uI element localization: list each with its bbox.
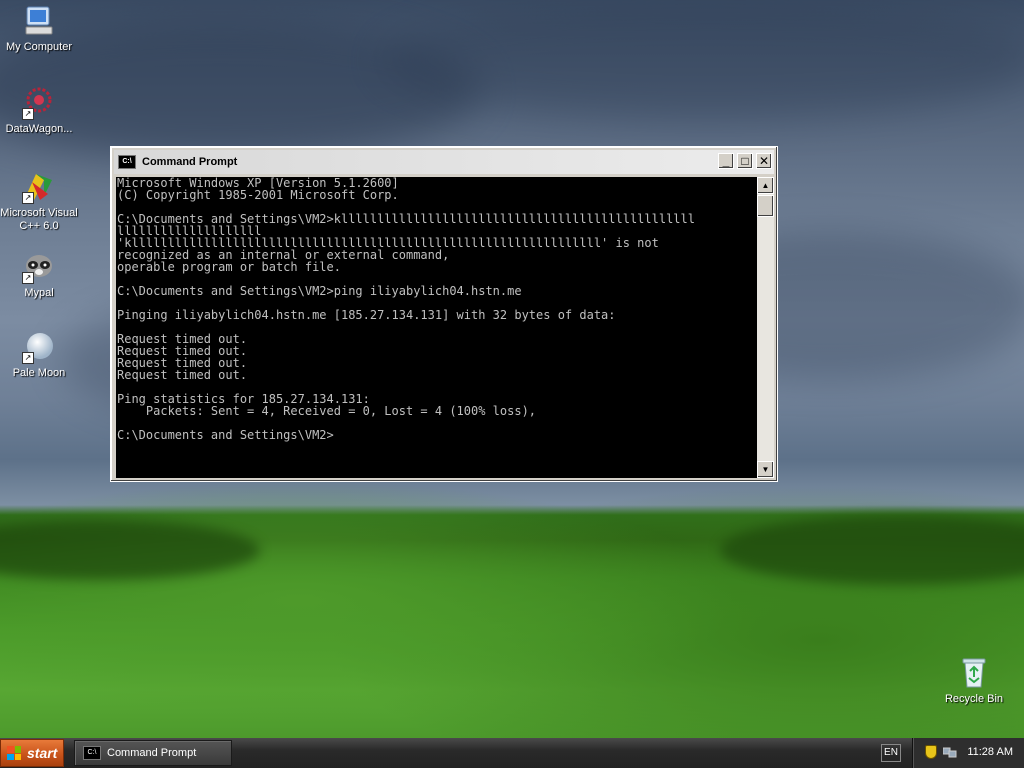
close-button[interactable]: ✕ xyxy=(756,153,772,169)
desktop-icon-label: Mypal xyxy=(24,287,54,299)
desktop-icon-my-computer[interactable]: My Computer xyxy=(0,4,79,54)
recycle-bin-icon xyxy=(957,656,991,690)
language-indicator[interactable]: EN xyxy=(881,744,901,762)
scroll-up-button[interactable]: ▲ xyxy=(757,177,774,194)
command-prompt-window[interactable]: C:\ Command Prompt _ □ ✕ Microsoft Windo… xyxy=(110,146,778,482)
start-label: start xyxy=(27,745,58,761)
cmd-icon: C:\ xyxy=(118,155,136,169)
desktop-icon-visual-cpp[interactable]: ↗ Microsoft Visual C++ 6.0 xyxy=(0,170,79,233)
hill-shadow xyxy=(0,520,260,580)
desktop-icon-label: Recycle Bin xyxy=(944,693,1004,705)
desktop-icon-label: Pale Moon xyxy=(12,367,66,379)
shortcut-arrow-icon: ↗ xyxy=(22,352,34,364)
scroll-thumb[interactable] xyxy=(757,195,774,217)
desktop-icon-recycle-bin[interactable]: Recycle Bin xyxy=(934,656,1014,706)
network-icon[interactable] xyxy=(943,746,957,758)
windows-logo-icon xyxy=(7,746,21,760)
console-line: C:\Documents and Settings\VM2>ping iliya… xyxy=(117,284,522,298)
taskbar: start C:\ Command Prompt EN 11:28 AM xyxy=(0,738,1024,768)
security-shield-icon[interactable] xyxy=(925,745,937,759)
taskbar-button-label: Command Prompt xyxy=(107,747,197,759)
desktop-icon-mypal[interactable]: ↗ Mypal xyxy=(0,250,79,300)
shortcut-arrow-icon: ↗ xyxy=(22,192,34,204)
system-tray: 11:28 AM xyxy=(912,738,1024,768)
desktop-icon-label: My Computer xyxy=(5,41,73,53)
my-computer-icon xyxy=(22,4,56,38)
hill-shadow xyxy=(720,515,1024,585)
shortcut-arrow-icon: ↗ xyxy=(22,272,34,284)
scroll-down-button[interactable]: ▼ xyxy=(757,461,774,478)
cloud xyxy=(380,0,1024,120)
console-line: Pinging iliyabylich04.hstn.me [185.27.13… xyxy=(117,308,616,322)
pale-moon-icon: ↗ xyxy=(22,330,56,364)
desktop-icon-pale-moon[interactable]: ↗ Pale Moon xyxy=(0,330,79,380)
console-output[interactable]: Microsoft Windows XP [Version 5.1.2600] … xyxy=(116,177,757,478)
console-line: (C) Copyright 1985-2001 Microsoft Corp. xyxy=(117,188,399,202)
console-prompt-line: C:\Documents and Settings\VM2> xyxy=(117,428,334,442)
cmd-icon: C:\ xyxy=(83,746,101,760)
mypal-icon: ↗ xyxy=(22,250,56,284)
window-title: Command Prompt xyxy=(142,156,238,168)
console-line: Request timed out. xyxy=(117,368,248,382)
taskbar-button-command-prompt[interactable]: C:\ Command Prompt xyxy=(74,740,232,766)
shortcut-arrow-icon: ↗ xyxy=(22,108,34,120)
desktop-icon-datawagon[interactable]: ↗ DataWagon... xyxy=(0,86,79,136)
console-line: operable program or batch file. xyxy=(117,260,341,274)
maximize-button[interactable]: □ xyxy=(737,153,753,169)
clock[interactable]: 11:28 AM xyxy=(967,746,1013,758)
console-line: Packets: Sent = 4, Received = 0, Lost = … xyxy=(117,404,537,418)
vertical-scrollbar[interactable]: ▲ ▼ xyxy=(757,177,774,478)
desktop-icon-label: DataWagon... xyxy=(5,123,73,135)
minimize-button[interactable]: _ xyxy=(718,153,734,169)
window-titlebar[interactable]: C:\ Command Prompt _ □ ✕ xyxy=(114,150,774,174)
visual-cpp-icon: ↗ xyxy=(22,170,56,204)
datawagon-icon: ↗ xyxy=(22,86,56,120)
desktop-icon-label: Microsoft Visual C++ 6.0 xyxy=(0,207,78,232)
start-button[interactable]: start xyxy=(0,739,64,767)
